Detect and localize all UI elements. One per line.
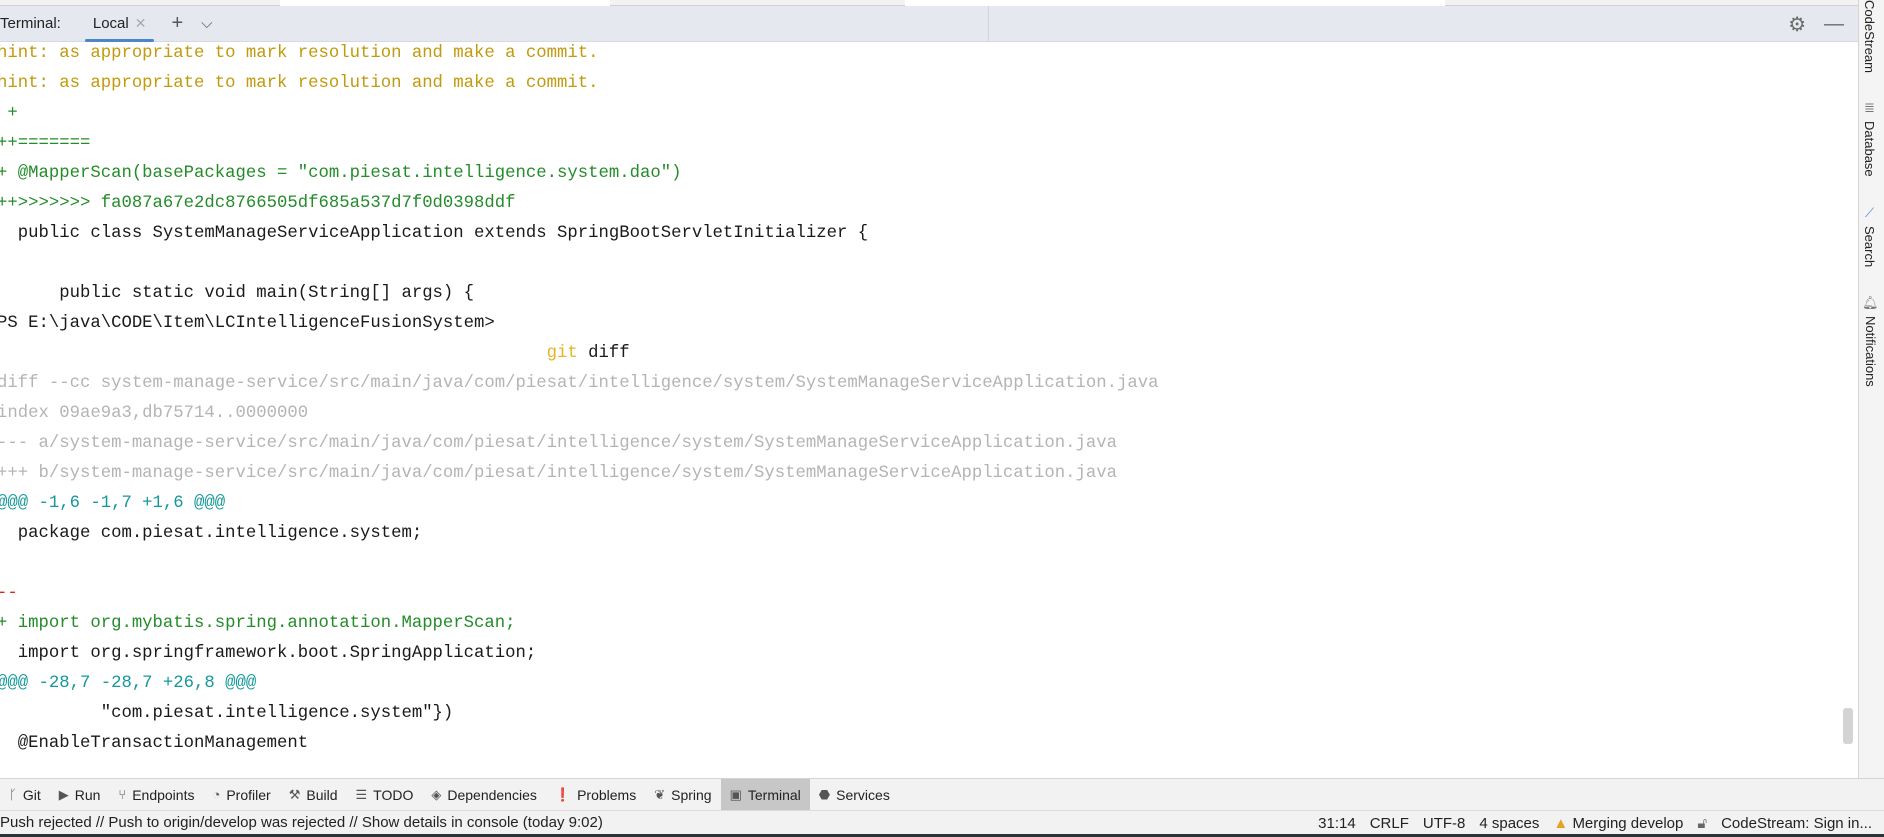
exclamation-icon: ❗ xyxy=(554,786,572,802)
chevron-down-icon[interactable]: ⌵ xyxy=(201,15,212,32)
bell-icon: 🔔︎ xyxy=(1862,295,1879,310)
status-message[interactable]: Push rejected // Push to origin/develop … xyxy=(0,814,603,831)
terminal-line: @@@ -28,7 -28,7 +26,8 @@@ xyxy=(0,674,257,693)
toolbar-item-problems[interactable]: ❗ Problems xyxy=(546,779,645,811)
sidebar-item-codestream[interactable]: CodeStream xyxy=(1862,0,1877,73)
status-bar: Push rejected // Push to origin/develop … xyxy=(0,810,1884,834)
file-encoding[interactable]: UTF-8 xyxy=(1423,815,1466,832)
terminal-line: hint: as appropriate to mark resolution … xyxy=(0,44,599,63)
terminal-line: "com.piesat.intelligence.system"}) xyxy=(0,704,454,723)
git-branch-icon: ᚴ xyxy=(9,787,17,802)
toolbar-item-profiler[interactable]: ◔ Profiler xyxy=(203,779,279,811)
terminal-line: hint: as appropriate to mark resolution … xyxy=(0,74,599,93)
line-ending[interactable]: CRLF xyxy=(1370,815,1409,832)
scrollbar-thumb[interactable] xyxy=(1843,708,1853,744)
endpoints-icon: ⑂ xyxy=(118,787,127,802)
terminal-line: +++ b/system-manage-service/src/main/jav… xyxy=(0,464,1118,483)
leaf-icon: ❦ xyxy=(654,786,666,802)
terminal-line: ++======= xyxy=(0,134,91,153)
terminal-line: git diff xyxy=(0,339,1847,369)
toolbar-item-label: Build xyxy=(306,786,338,803)
terminal-line: diff --cc system-manage-service/src/main… xyxy=(0,374,1159,393)
toolbar-item-label: Terminal xyxy=(747,786,801,803)
terminal-line: public static void main(String[] args) { xyxy=(0,284,475,303)
gear-icon[interactable]: ⚙ xyxy=(1788,12,1806,37)
database-icon: ≣ xyxy=(1864,100,1875,115)
bottom-tool-window-bar: ᚴ Git ▶ Run ⑂ Endpoints ◔ Profiler ⚒ Build ☰ TODO ◈ D… xyxy=(0,778,1884,811)
warning-icon: ▲ xyxy=(1553,814,1569,832)
terminal-line: -- xyxy=(0,584,18,603)
toolbar-item-label: Run xyxy=(74,786,101,803)
sidebar-item-notifications[interactable]: 🔔︎ Notifications xyxy=(1862,295,1879,387)
command-name: git xyxy=(546,344,578,363)
terminal-line: + @MapperScan(basePackages = "com.piesat… xyxy=(0,164,682,183)
terminal-line: ++>>>>>>> fa087a67e2dc8766505df685a537d7… xyxy=(0,194,516,213)
toolbar-item-todo[interactable]: ☰ TODO xyxy=(347,779,423,811)
indent-setting[interactable]: 4 spaces xyxy=(1479,815,1539,832)
sidebar-item-database[interactable]: ≣ Database xyxy=(1862,100,1877,177)
new-tab-button[interactable]: + xyxy=(171,12,183,35)
toolbar-item-endpoints[interactable]: ⑂ Endpoints xyxy=(109,779,203,811)
terminal-line: index 09ae9a3,db75714..0000000 xyxy=(0,404,309,423)
toolbar-item-label: Endpoints xyxy=(132,786,195,803)
terminal-line: public class SystemManageServiceApplicat… xyxy=(0,224,869,243)
toolbar-item-label: Spring xyxy=(671,786,712,803)
minimize-icon[interactable]: — xyxy=(1824,13,1844,36)
tab-local[interactable]: Local ✕ xyxy=(83,6,157,42)
terminal-output[interactable]: hint: as appropriate to mark resolution … xyxy=(0,39,1847,779)
toolbar-item-terminal[interactable]: ▣ Terminal xyxy=(720,778,810,811)
terminal-line: @EnableTransactionManagement xyxy=(0,734,309,753)
codestream-signin[interactable]: CodeStream: Sign in... xyxy=(1721,815,1872,832)
right-sidebar: CodeStream ≣ Database ⟋ Search 🔔︎ Notificat… xyxy=(1858,0,1884,778)
terminal-line: + import org.mybatis.spring.annotation.M… xyxy=(0,614,516,633)
toolbar-item-label: Problems xyxy=(577,786,637,803)
layers-icon: ◈ xyxy=(431,786,442,802)
command-args: diff xyxy=(577,344,630,363)
toolbar-item-spring[interactable]: ❦ Spring xyxy=(645,779,720,811)
close-icon[interactable]: ✕ xyxy=(135,15,147,32)
toolbar-item-dependencies[interactable]: ◈ Dependencies xyxy=(422,779,546,811)
divider xyxy=(988,6,989,42)
toolbar-item-label: Git xyxy=(22,786,41,803)
terminal-line: + xyxy=(7,104,18,123)
terminal-line: PS E:\java\CODE\Item\LCIntelligenceFusio… xyxy=(0,314,495,333)
profiler-icon: ◔ xyxy=(212,787,221,802)
git-branch-widget[interactable]: ▲ Merging develop xyxy=(1553,815,1683,832)
toolbar-item-label: Dependencies xyxy=(447,786,537,803)
sidebar-item-search[interactable]: ⟋ Search xyxy=(1862,205,1877,267)
tab-label: Local xyxy=(92,15,129,32)
terminal-label: Terminal: xyxy=(0,15,61,32)
toolbar-item-services[interactable]: ⬣ Services xyxy=(810,779,899,811)
hammer-icon: ⚒ xyxy=(288,786,301,802)
toolbar-item-build[interactable]: ⚒ Build xyxy=(280,779,347,811)
feather-icon: ⟋ xyxy=(1864,205,1875,220)
terminal-line: @@@ -1,6 -1,7 +1,6 @@@ xyxy=(0,494,226,513)
lock-icon[interactable]: 🔓︎ xyxy=(1697,815,1707,832)
toolbar-item-run[interactable]: ▶ Run xyxy=(50,779,110,811)
terminal-tab-bar: Terminal: Local ✕ + ⌵ ⚙ — xyxy=(0,6,1858,42)
play-icon: ▶ xyxy=(58,786,69,802)
toolbar-item-git[interactable]: ᚴ Git xyxy=(0,779,50,811)
toolbar-item-label: TODO xyxy=(373,786,414,803)
list-icon: ☰ xyxy=(355,786,368,802)
services-icon: ⬣ xyxy=(818,786,831,802)
toolbar-item-label: Profiler xyxy=(226,786,271,803)
caret-position[interactable]: 31:14 xyxy=(1318,815,1356,832)
terminal-line: --- a/system-manage-service/src/main/jav… xyxy=(0,434,1118,453)
toolbar-item-label: Services xyxy=(836,786,890,803)
terminal-line: package com.piesat.intelligence.system; xyxy=(0,524,423,543)
terminal-icon: ▣ xyxy=(729,786,742,802)
terminal-line: import org.springframework.boot.SpringAp… xyxy=(0,644,537,663)
